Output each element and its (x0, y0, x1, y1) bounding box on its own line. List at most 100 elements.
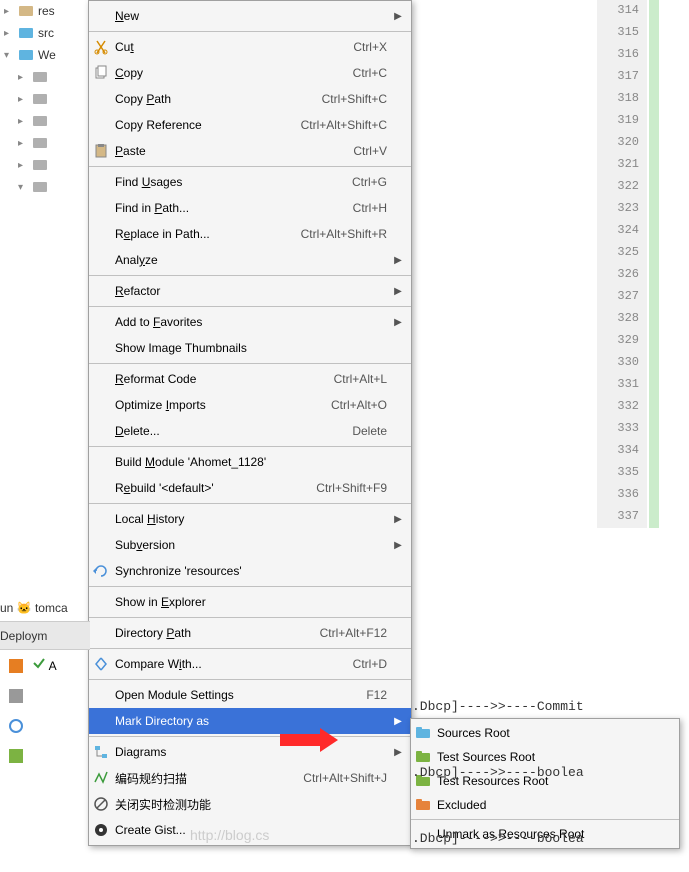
line-number: 335 (597, 462, 647, 484)
cut-icon (89, 39, 113, 55)
menu-item-compare-with[interactable]: Compare With...Ctrl+D (89, 651, 411, 677)
menu-item-label: Cut (113, 40, 353, 54)
folder-icon (18, 3, 34, 19)
menu-item-label: 关闭实时检测功能 (113, 796, 387, 813)
menu-item-[interactable]: 关闭实时检测功能 (89, 791, 411, 817)
menu-item-reformat-code[interactable]: Reformat CodeCtrl+Alt+L (89, 366, 411, 392)
menu-item-new[interactable]: New▶ (89, 3, 411, 29)
line-number: 316 (597, 44, 647, 66)
menu-item-show-image-thumbnails[interactable]: Show Image Thumbnails (89, 335, 411, 361)
menu-item-label: Add to Favorites (113, 315, 387, 329)
line-number: 321 (597, 154, 647, 176)
tree-item[interactable]: ▸ src (0, 22, 90, 44)
menu-shortcut: Ctrl+X (353, 40, 391, 54)
menu-item-diagrams[interactable]: Diagrams▶ (89, 739, 411, 765)
line-number: 323 (597, 198, 647, 220)
line-number: 319 (597, 110, 647, 132)
menu-item-optimize-imports[interactable]: Optimize ImportsCtrl+Alt+O (89, 392, 411, 418)
submenu-arrow-icon: ▶ (391, 317, 405, 328)
menu-separator (89, 617, 411, 618)
expand-arrow[interactable]: ▸ (18, 94, 32, 105)
tree-item[interactable]: ▸ (0, 88, 90, 110)
menu-item-paste[interactable]: PasteCtrl+V (89, 138, 411, 164)
tree-item[interactable]: ▾ We (0, 44, 90, 66)
folder-icon (18, 47, 34, 63)
compare-icon (89, 656, 113, 672)
menu-item-rebuild-default[interactable]: Rebuild '<default>'Ctrl+Shift+F9 (89, 475, 411, 501)
menu-separator (89, 166, 411, 167)
menu-item-directory-path[interactable]: Directory PathCtrl+Alt+F12 (89, 620, 411, 646)
menu-item-label: Show Image Thumbnails (113, 341, 387, 355)
toolbar-button[interactable] (2, 742, 30, 770)
menu-item-refactor[interactable]: Refactor▶ (89, 278, 411, 304)
menu-separator (89, 363, 411, 364)
menu-item-[interactable]: 编码规约扫描Ctrl+Alt+Shift+J (89, 765, 411, 791)
toolbar-button[interactable] (2, 682, 30, 710)
menu-shortcut: Ctrl+Alt+Shift+R (301, 227, 391, 241)
menu-separator (89, 275, 411, 276)
menu-item-label: Replace in Path... (113, 227, 301, 241)
line-number: 317 (597, 66, 647, 88)
tree-item[interactable]: ▸ (0, 132, 90, 154)
deployment-tab-label: Deploym (0, 629, 47, 643)
collapse-arrow[interactable]: ▾ (4, 50, 18, 61)
expand-arrow[interactable]: ▸ (4, 6, 18, 17)
expand-arrow[interactable]: ▸ (18, 160, 32, 171)
menu-item-add-to-favorites[interactable]: Add to Favorites ▶ (89, 309, 411, 335)
menu-shortcut: Ctrl+Alt+Shift+J (303, 771, 391, 785)
submenu-arrow-icon: ▶ (391, 11, 405, 22)
deployment-tab[interactable]: Deploym (0, 622, 90, 650)
check-label: A (49, 659, 57, 673)
menu-shortcut: Ctrl+H (353, 201, 391, 215)
expand-arrow[interactable]: ▸ (18, 72, 32, 83)
menu-item-copy[interactable]: CopyCtrl+C (89, 60, 411, 86)
run-tab[interactable]: un 🐱 tomca (0, 594, 90, 622)
line-number: 318 (597, 88, 647, 110)
tree-item[interactable]: ▸ (0, 66, 90, 88)
menu-item-find-in-path[interactable]: Find in Path...Ctrl+H (89, 195, 411, 221)
menu-item-show-in-explorer[interactable]: Show in Explorer (89, 589, 411, 615)
expand-arrow[interactable]: ▸ (18, 116, 32, 127)
line-number: 330 (597, 352, 647, 374)
sync-button[interactable] (2, 712, 30, 740)
toolbar-button[interactable] (2, 652, 30, 680)
expand-arrow[interactable]: ▸ (18, 138, 32, 149)
tree-item[interactable]: ▸ res (0, 0, 90, 22)
tree-label: res (38, 4, 55, 18)
menu-item-local-history[interactable]: Local History▶ (89, 506, 411, 532)
menu-item-label: 编码规约扫描 (113, 770, 303, 787)
menu-shortcut: Ctrl+C (353, 66, 391, 80)
menu-item-build-module-ahomet-1128[interactable]: Build Module 'Ahomet_1128' (89, 449, 411, 475)
menu-item-synchronize-resources[interactable]: Synchronize 'resources' (89, 558, 411, 584)
menu-separator (89, 679, 411, 680)
menu-item-find-usages[interactable]: Find UsagesCtrl+G (89, 169, 411, 195)
tree-item[interactable]: ▸ (0, 110, 90, 132)
menu-shortcut: Ctrl+G (352, 175, 391, 189)
menu-item-delete[interactable]: Delete...Delete (89, 418, 411, 444)
line-number: 322 (597, 176, 647, 198)
menu-item-replace-in-path[interactable]: Replace in Path...Ctrl+Alt+Shift+R (89, 221, 411, 247)
line-number: 329 (597, 330, 647, 352)
menu-item-label: Build Module 'Ahomet_1128' (113, 455, 387, 469)
menu-item-open-module-settings[interactable]: Open Module SettingsF12 (89, 682, 411, 708)
menu-item-analyze[interactable]: Analyze▶ (89, 247, 411, 273)
menu-item-subversion[interactable]: Subversion▶ (89, 532, 411, 558)
expand-arrow[interactable]: ▸ (4, 28, 18, 39)
menu-item-label: Paste (113, 144, 353, 158)
menu-shortcut: Ctrl+D (353, 657, 391, 671)
tree-item[interactable]: ▾ (0, 176, 90, 198)
line-number: 320 (597, 132, 647, 154)
menu-item-label: Find Usages (113, 175, 352, 189)
menu-item-mark-directory-as[interactable]: Mark Directory as▶ (89, 708, 411, 734)
code-line: .Dbcp]---->>----Commit (412, 696, 584, 718)
menu-item-label: Compare With... (113, 657, 353, 671)
collapse-arrow[interactable]: ▾ (18, 182, 32, 193)
run-tab-label: un 🐱 tomca (0, 601, 68, 615)
menu-item-cut[interactable]: CutCtrl+X (89, 34, 411, 60)
tree-item[interactable]: ▸ (0, 154, 90, 176)
code-line: .Dbcp]---->>----boolea (412, 828, 584, 850)
watermark-text: http://blog.cs (190, 827, 269, 843)
menu-item-copy-reference[interactable]: Copy ReferenceCtrl+Alt+Shift+C (89, 112, 411, 138)
menu-item-copy-path[interactable]: Copy PathCtrl+Shift+C (89, 86, 411, 112)
menu-shortcut: Ctrl+V (353, 144, 391, 158)
